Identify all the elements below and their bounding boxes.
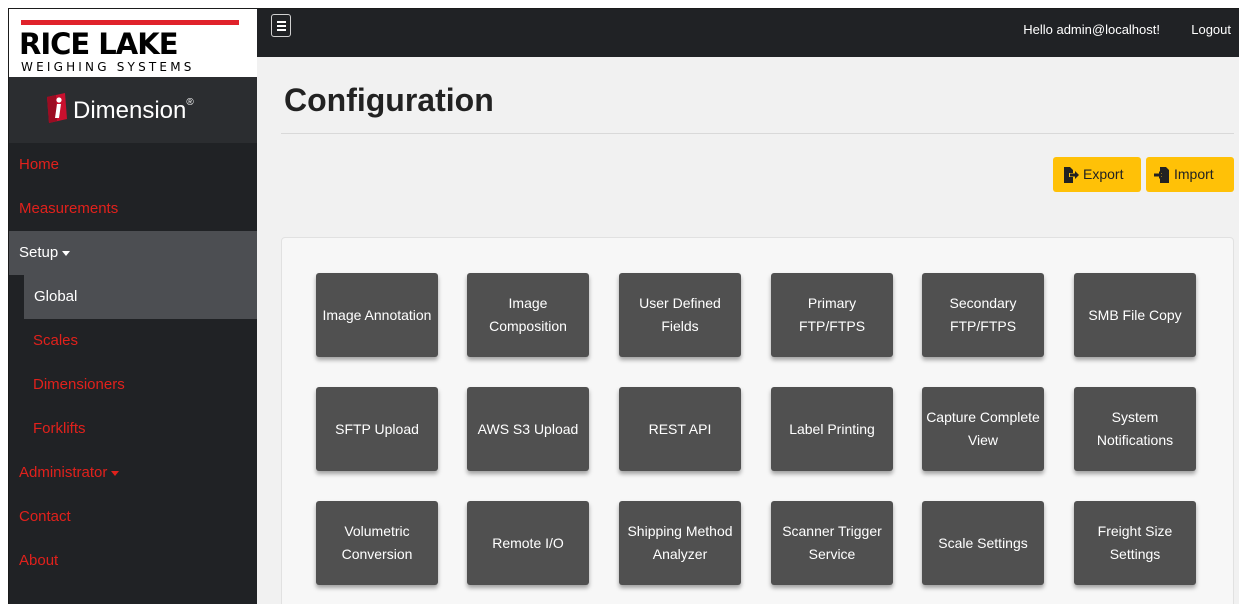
tile-user-defined-fields[interactable]: User Defined Fields	[619, 273, 741, 357]
tile-secondary-ftp[interactable]: Secondary FTP/FTPS	[922, 273, 1044, 357]
tile-primary-ftp[interactable]: Primary FTP/FTPS	[771, 273, 893, 357]
tile-label-printing[interactable]: Label Printing	[771, 387, 893, 471]
page-title: Configuration	[284, 82, 494, 118]
import-button[interactable]: Import	[1146, 157, 1234, 192]
hamburger-icon-line	[277, 29, 286, 31]
tile-smb-file-copy[interactable]: SMB File Copy	[1074, 273, 1196, 357]
nav-dimensioners[interactable]: Dimensioners	[9, 363, 257, 407]
product-name: Dimension®	[73, 97, 194, 124]
nav-setup-label: Setup	[19, 244, 59, 261]
tile-image-annotation[interactable]: Image Annotation	[316, 273, 438, 357]
nav-scales[interactable]: Scales	[9, 319, 257, 363]
tile-rest-api[interactable]: REST API	[619, 387, 741, 471]
rice-lake-logo: RICE LAKE	[19, 27, 179, 61]
user-greeting[interactable]: Hello admin@localhost!	[1023, 22, 1160, 37]
file-export-icon	[1064, 167, 1079, 183]
nav-administrator-label: Administrator	[19, 464, 108, 481]
nav-measurements[interactable]: Measurements	[9, 187, 257, 231]
sidebar: RICE LAKE WEIGHING SYSTEMS Dimension® Ho…	[9, 9, 257, 604]
nav-administrator[interactable]: Administrator	[9, 451, 257, 495]
import-label: Import	[1174, 166, 1214, 182]
hamburger-icon-line	[277, 25, 286, 27]
export-label: Export	[1083, 166, 1124, 182]
tile-image-composition[interactable]: Image Composition	[467, 273, 589, 357]
nav-global[interactable]: Global	[24, 275, 257, 319]
tile-scanner-trigger-service[interactable]: Scanner Trigger Service	[771, 501, 893, 585]
nav-about[interactable]: About	[9, 539, 257, 583]
nav-home[interactable]: Home	[9, 143, 257, 187]
nav-setup[interactable]: Setup	[9, 231, 257, 275]
tile-scale-settings[interactable]: Scale Settings	[922, 501, 1044, 585]
nav-contact[interactable]: Contact	[9, 495, 257, 539]
tile-volumetric-conversion[interactable]: Volumetric Conversion	[316, 501, 438, 585]
tile-aws-s3-upload[interactable]: AWS S3 Upload	[467, 387, 589, 471]
file-import-icon	[1154, 167, 1169, 183]
tile-shipping-method-analyzer[interactable]: Shipping Method Analyzer	[619, 501, 741, 585]
top-navbar: Hello admin@localhost! Logout	[257, 9, 1239, 57]
caret-down-icon	[62, 250, 71, 256]
logout-link[interactable]: Logout	[1191, 22, 1231, 37]
brand-area: RICE LAKE WEIGHING SYSTEMS Dimension®	[9, 9, 257, 143]
hamburger-icon-line	[277, 21, 286, 23]
brand-red-bar	[21, 20, 239, 25]
app-window: RICE LAKE WEIGHING SYSTEMS Dimension® Ho…	[8, 8, 1239, 604]
tile-sftp-upload[interactable]: SFTP Upload	[316, 387, 438, 471]
rice-lake-tagline: WEIGHING SYSTEMS	[21, 60, 195, 74]
tile-capture-complete-view[interactable]: Capture Complete View	[922, 387, 1044, 471]
tile-system-notifications[interactable]: System Notifications	[1074, 387, 1196, 471]
title-divider	[281, 133, 1234, 134]
sidebar-nav: Home Measurements Setup Global Scales Di…	[9, 143, 257, 583]
tile-freight-size-settings[interactable]: Freight Size Settings	[1074, 501, 1196, 585]
menu-toggle-button[interactable]	[271, 14, 291, 37]
tile-remote-io[interactable]: Remote I/O	[467, 501, 589, 585]
export-button[interactable]: Export	[1053, 157, 1141, 192]
nav-forklifts[interactable]: Forklifts	[9, 407, 257, 451]
i-dimension-icon	[47, 93, 67, 123]
caret-down-icon	[111, 470, 120, 476]
